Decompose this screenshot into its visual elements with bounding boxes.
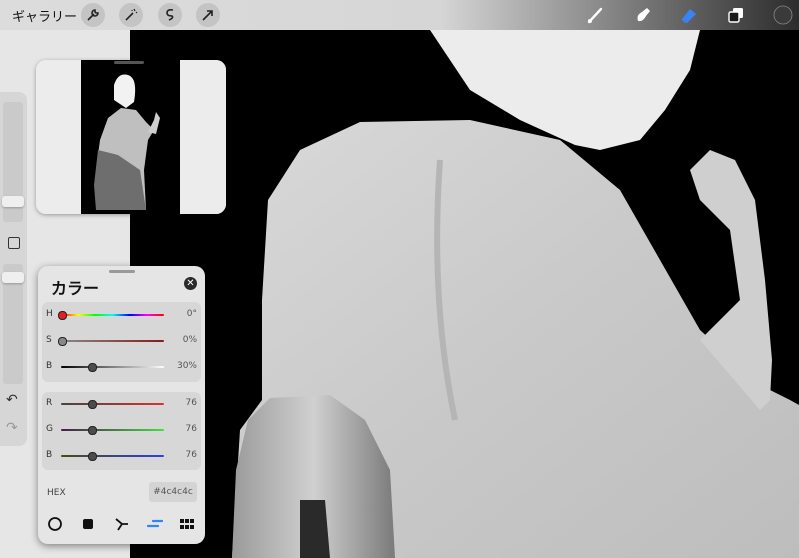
redo-button[interactable]: ↷ [6, 420, 18, 436]
smudge-icon[interactable] [631, 3, 655, 27]
eraser-icon[interactable] [677, 3, 701, 27]
green-bar [61, 429, 164, 431]
close-button[interactable]: ✕ [184, 277, 197, 290]
saturation-thumb[interactable] [57, 337, 67, 346]
color-panel: カラー ✕ H 0° S 0% B 30% R 76 G 76 B 76 HEX… [38, 266, 205, 544]
brightness-value: 30% [176, 361, 197, 371]
value-mode-icon[interactable] [147, 516, 163, 532]
selection-icon[interactable] [158, 3, 182, 27]
hue-thumb[interactable] [57, 311, 67, 320]
blue-thumb[interactable] [88, 452, 98, 461]
classic-mode-icon[interactable] [80, 516, 96, 532]
saturation-slider[interactable]: S 0% [42, 335, 201, 349]
red-slider[interactable]: R 76 [42, 398, 201, 412]
opacity-knob[interactable] [2, 272, 24, 283]
hue-label: H [46, 309, 53, 319]
left-sidebar: ↶ ↷ [0, 92, 27, 446]
hue-bar [61, 314, 164, 316]
green-slider[interactable]: G 76 [42, 424, 201, 438]
green-label: G [46, 424, 53, 434]
transform-arrow-icon[interactable] [196, 3, 220, 27]
blue-slider[interactable]: B 76 [42, 450, 201, 464]
hsb-group: H 0° S 0% B 30% [42, 302, 201, 382]
hue-slider[interactable]: H 0° [42, 309, 201, 323]
brightness-label: B [46, 361, 53, 371]
undo-button[interactable]: ↶ [6, 392, 18, 408]
gallery-link[interactable]: ギャラリー [12, 6, 77, 25]
brush-size-knob[interactable] [2, 196, 24, 207]
green-thumb[interactable] [88, 426, 98, 435]
saturation-label: S [46, 335, 52, 345]
wrench-icon[interactable] [81, 3, 105, 27]
disc-mode-icon[interactable] [47, 516, 63, 532]
red-bar [61, 403, 164, 405]
magic-wand-icon[interactable] [119, 3, 143, 27]
color-swatch-icon[interactable] [771, 3, 795, 27]
modify-button[interactable] [8, 237, 20, 249]
color-panel-title: カラー [51, 279, 100, 298]
red-thumb[interactable] [88, 400, 98, 409]
brightness-bar [61, 366, 164, 368]
red-value: 76 [185, 398, 197, 408]
saturation-bar [61, 340, 164, 342]
palette-mode-icon[interactable] [179, 516, 195, 532]
hue-value: 0° [186, 309, 197, 319]
hex-label: HEX [47, 488, 66, 498]
rgb-group: R 76 G 76 B 76 [42, 392, 201, 470]
top-toolbar: ギャラリー [0, 0, 799, 30]
brightness-thumb[interactable] [88, 363, 98, 372]
layers-icon[interactable] [724, 3, 748, 27]
brightness-slider[interactable]: B 30% [42, 361, 201, 375]
blue-label: B [46, 450, 53, 460]
brush-icon[interactable] [584, 3, 608, 27]
panel-grabber[interactable] [109, 270, 135, 273]
green-value: 76 [185, 424, 197, 434]
red-label: R [46, 398, 53, 408]
blue-value: 76 [185, 450, 197, 460]
reference-preview[interactable] [36, 60, 226, 214]
hex-field[interactable]: #4c4c4c [149, 482, 197, 502]
blue-bar [61, 455, 164, 457]
harmony-mode-icon[interactable] [114, 516, 130, 532]
saturation-value: 0% [182, 335, 197, 345]
